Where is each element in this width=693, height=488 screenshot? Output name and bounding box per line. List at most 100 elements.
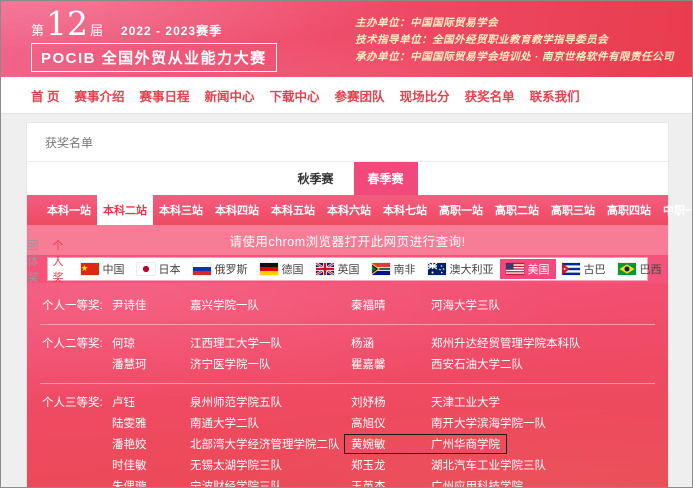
- station-tab[interactable]: 高职三站: [545, 195, 601, 225]
- award-rank-label: 个人一等奖:: [42, 297, 112, 313]
- school-name: 郑州升达经贸管理学院本科队: [431, 335, 581, 351]
- jp-flag-icon: [137, 263, 155, 275]
- country-label: 古巴: [584, 261, 606, 277]
- winner-name: 瞿嘉馨: [351, 356, 431, 372]
- nav-link[interactable]: 参赛团队: [335, 86, 385, 105]
- school-name: 嘉兴学院一队: [190, 297, 350, 313]
- winner-pair: 王英杰广州应用科技学院: [344, 476, 530, 488]
- country-filter-au[interactable]: 澳大利亚: [422, 259, 500, 279]
- winner-pair: 杨涵郑州升达经贸管理学院本科队: [344, 333, 588, 353]
- highlighted-winner-pair: 黄婉敏广州华商学院: [344, 434, 507, 454]
- season-tab[interactable]: 春季赛: [354, 162, 418, 195]
- station-tab[interactable]: 本科四站: [209, 195, 265, 225]
- gb-flag-icon: [316, 263, 334, 275]
- competition-title: POCIB 全国外贸从业能力大赛: [31, 43, 277, 72]
- award-rank-label: 个人三等奖:: [42, 394, 112, 410]
- school-name: 宁波财经学院三队: [190, 478, 350, 488]
- browser-notice: 请使用chrom浏览器打开此网页进行查询!: [27, 225, 668, 255]
- school-name: 无锡太湖学院三队: [190, 457, 350, 473]
- season-tabs: 秋季赛春季赛: [27, 162, 668, 195]
- country-label: 巴西: [640, 261, 662, 277]
- school-name: 北部湾大学经济管理学院二队: [190, 436, 350, 452]
- country-filter-jp[interactable]: 日本: [131, 259, 187, 279]
- award-row: 朱偲璇宁波财经学院三队王英杰广州应用科技学院: [40, 475, 655, 488]
- station-tab[interactable]: 高职四站: [601, 195, 657, 225]
- country-filter-ru[interactable]: 俄罗斯: [187, 259, 254, 279]
- school-name: 泉州师范学院五队: [190, 394, 350, 410]
- filter-strip: 团体奖项 个人奖项: 中国日本俄罗斯德国英国南非澳大利亚美国古巴巴西: [27, 255, 668, 283]
- nav-bar: 首 页赛事介绍赛事日程新闻中心下载中心参赛团队现场比分获奖名单联系我们: [1, 77, 692, 113]
- page-title: 获奖名单: [27, 123, 668, 162]
- winner-name: 何琼: [112, 335, 190, 351]
- season-tab[interactable]: 秋季赛: [284, 162, 348, 195]
- country-filter-us[interactable]: 美国: [500, 259, 556, 279]
- station-tab[interactable]: 中职一站: [657, 195, 693, 225]
- nav-link[interactable]: 联系我们: [530, 86, 580, 105]
- edition-number: 12: [46, 9, 88, 39]
- school-name: 广州华商学院: [431, 436, 500, 452]
- winner-name: 王英杰: [351, 478, 431, 488]
- school-name: 南通大学二队: [190, 415, 350, 431]
- school-name: 河海大学三队: [431, 297, 500, 313]
- award-section: 个人三等奖:卢钰泉州师范学院五队刘妤杨天津工业大学陆雯雅南通大学二队高旭仪南开大…: [40, 384, 655, 488]
- station-tab[interactable]: 本科三站: [153, 195, 209, 225]
- station-tab[interactable]: 本科七站: [377, 195, 433, 225]
- country-label: 南非: [394, 261, 416, 277]
- site-header: 第 12 届 2022 - 2023赛季 POCIB 全国外贸从业能力大赛 主办…: [1, 1, 692, 77]
- winner-name: 朱偲璇: [112, 478, 190, 488]
- country-filter-de[interactable]: 德国: [254, 259, 310, 279]
- nav-link[interactable]: 赛事日程: [140, 86, 190, 105]
- nav-link[interactable]: 下载中心: [270, 86, 320, 105]
- winner-name: 潘慧珂: [112, 356, 190, 372]
- award-row: 陆雯雅南通大学二队高旭仪南开大学滨海学院一队: [40, 412, 655, 433]
- awards-card: 获奖名单 秋季赛春季赛 本科一站本科二站本科三站本科四站本科五站本科六站本科七站…: [26, 122, 669, 488]
- cu-flag-icon: [562, 263, 580, 275]
- country-filter-cu[interactable]: 古巴: [556, 259, 612, 279]
- station-tab[interactable]: 本科六站: [321, 195, 377, 225]
- season-label: 2022 - 2023赛季: [121, 22, 222, 39]
- winner-name: 郑玉龙: [351, 457, 431, 473]
- winner-name: 黄婉敏: [351, 436, 431, 452]
- country-filter-br[interactable]: 巴西: [612, 259, 668, 279]
- country-label: 日本: [159, 261, 181, 277]
- nav-link[interactable]: 赛事介绍: [74, 86, 124, 105]
- ru-flag-icon: [193, 263, 211, 275]
- award-section: 个人二等奖:何琼江西理工大学一队杨涵郑州升达经贸管理学院本科队潘慧珂济宁医学院一…: [40, 325, 655, 384]
- winner-name: 尹诗佳: [112, 297, 190, 313]
- winner-name: 高旭仪: [351, 415, 431, 431]
- winner-pair: 瞿嘉馨西安石油大学二队: [344, 354, 530, 374]
- station-tab[interactable]: 本科五站: [265, 195, 321, 225]
- nav-link[interactable]: 首 页: [31, 86, 59, 105]
- winner-pair: 高旭仪南开大学滨海学院一队: [344, 413, 553, 433]
- nav-link[interactable]: 获奖名单: [465, 86, 515, 105]
- station-tab[interactable]: 高职一站: [433, 195, 489, 225]
- nav-link[interactable]: 现场比分: [400, 86, 450, 105]
- winner-name: 杨涵: [351, 335, 431, 351]
- nav-link[interactable]: 新闻中心: [205, 86, 255, 105]
- winner-name: 陆雯雅: [112, 415, 190, 431]
- winner-name: 时佳敏: [112, 457, 190, 473]
- country-label: 澳大利亚: [450, 261, 494, 277]
- edition-prefix: 第: [31, 20, 44, 39]
- country-label: 中国: [103, 261, 125, 277]
- winner-name: 刘妤杨: [351, 394, 431, 410]
- station-tab[interactable]: 本科二站: [97, 195, 153, 225]
- awards-list: 个人一等奖:尹诗佳嘉兴学院一队秦福晴河海大学三队个人二等奖:何琼江西理工大学一队…: [27, 283, 668, 488]
- main-area: 获奖名单 秋季赛春季赛 本科一站本科二站本科三站本科四站本科五站本科六站本科七站…: [1, 113, 692, 488]
- country-filter-list: 中国 日本俄罗斯 德国英国 南非 澳大利亚 美国 古巴 巴西: [75, 259, 668, 279]
- station-tab[interactable]: 高职二站: [489, 195, 545, 225]
- country-filter-za[interactable]: 南非: [366, 259, 422, 279]
- award-row: 个人三等奖:卢钰泉州师范学院五队刘妤杨天津工业大学: [40, 391, 655, 412]
- country-label: 美国: [528, 261, 550, 277]
- country-filter-cn[interactable]: 中国: [75, 259, 131, 279]
- station-tabs: 本科一站本科二站本科三站本科四站本科五站本科六站本科七站高职一站高职二站高职三站…: [27, 195, 668, 225]
- award-row: 个人二等奖:何琼江西理工大学一队杨涵郑州升达经贸管理学院本科队: [40, 332, 655, 353]
- school-name: 广州应用科技学院: [431, 478, 523, 488]
- school-name: 天津工业大学: [431, 394, 500, 410]
- country-filter-gb[interactable]: 英国: [310, 259, 366, 279]
- country-label: 德国: [282, 261, 304, 277]
- station-tab[interactable]: 本科一站: [41, 195, 97, 225]
- organizer-line: 技术指导单位：全国外经贸职业教育教学指导委员会: [355, 32, 674, 49]
- award-rank-label: 个人二等奖:: [42, 335, 112, 351]
- organizer-line: 主办单位：中国国际贸易学会: [355, 15, 674, 32]
